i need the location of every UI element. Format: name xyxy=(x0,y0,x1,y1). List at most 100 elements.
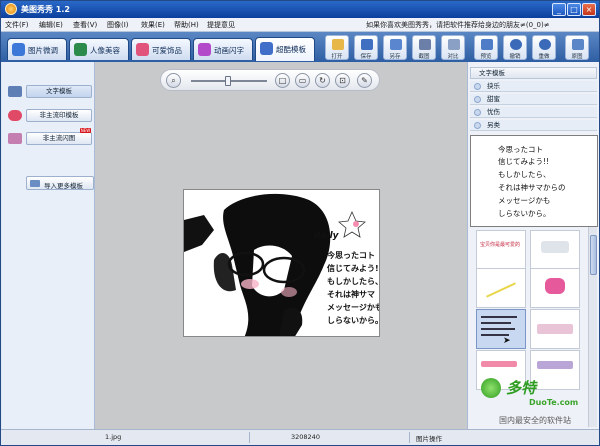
template-thumbnail[interactable] xyxy=(530,230,580,270)
template-thumbnail[interactable] xyxy=(530,309,580,349)
workspace: ⌕ □ ▭ ↻ ⊡ ✎ daily 今思ったコト 信じてみよう!! もしかしたら… xyxy=(95,62,467,429)
app-logo-icon xyxy=(5,3,17,15)
template-scrollbar[interactable] xyxy=(588,227,597,427)
tooltip-line: もしかしたら、 xyxy=(498,170,551,179)
template-thumbnail[interactable] xyxy=(530,350,580,390)
animation-icon xyxy=(198,43,211,56)
import-label: 导入更多模板 xyxy=(44,182,83,190)
template-thumbnail[interactable] xyxy=(530,268,580,308)
redo-icon xyxy=(539,39,551,50)
undo-button[interactable]: 撤销 xyxy=(503,35,527,60)
scrollbar-thumb[interactable] xyxy=(590,235,597,275)
menu-file[interactable]: 文件(F) xyxy=(5,20,29,30)
minimize-button[interactable]: _ xyxy=(552,3,566,16)
maximize-button[interactable]: □ xyxy=(567,3,581,16)
tool-label: 重做 xyxy=(538,54,550,60)
expand-arrow-icon xyxy=(474,83,481,90)
category-sweet[interactable]: 甜蜜 xyxy=(470,94,597,105)
tab-cute-accessories[interactable]: 可爱饰品 xyxy=(131,38,191,60)
watermark-logo-icon xyxy=(481,378,501,398)
rotate-icon[interactable]: ↻ xyxy=(315,73,330,88)
category-happy[interactable]: 抉乐 xyxy=(470,81,597,92)
preview-button[interactable]: 预览 xyxy=(474,35,498,60)
mouse-cursor-icon: ➤ xyxy=(503,336,511,346)
save-as-button[interactable]: 另存 xyxy=(383,35,407,60)
crop-icon[interactable]: ⊡ xyxy=(335,73,350,88)
expand-arrow-icon xyxy=(474,109,481,116)
redo-button[interactable]: 重做 xyxy=(532,35,556,60)
tab-label: 超酷模板 xyxy=(276,45,306,54)
tab-cool-templates[interactable]: 超酷模板 xyxy=(255,37,315,61)
status-bar: 1.jpg 3208240 图片操作 xyxy=(1,429,599,445)
close-button[interactable]: × xyxy=(582,3,596,16)
fit-window-icon[interactable]: ▭ xyxy=(295,73,310,88)
template-preview-tooltip: 今思ったコト 信じてみよう!! もしかしたら、 それは神サマからの メッセージか… xyxy=(470,135,598,227)
status-mode: 图片操作 xyxy=(416,435,442,443)
expand-arrow-icon xyxy=(474,96,481,103)
tab-label: 人像美容 xyxy=(90,46,120,55)
left-panel: 文字模板 非主流印模板 非主流闪图 NEW 导入更多模板 xyxy=(2,62,95,429)
actual-size-icon[interactable]: □ xyxy=(275,73,290,88)
zoom-toolbar: ⌕ □ ▭ ↻ ⊡ ✎ xyxy=(160,69,380,91)
tooltip-line: それは神サマからの xyxy=(498,183,566,192)
template-panel: 文字模板 抉乐 甜蜜 忧伤 另类 今思ったコト 信じてみよう!! もしかしたら、… xyxy=(467,62,599,429)
category-sad[interactable]: 忧伤 xyxy=(470,107,597,118)
menu-view[interactable]: 查看(V) xyxy=(73,20,97,30)
nonmainstream-flash-button[interactable]: 非主流闪图 xyxy=(26,132,92,145)
menu-feedback[interactable]: 提提意见 xyxy=(207,20,235,30)
save-button[interactable]: 保存 xyxy=(354,35,378,60)
canvas-text-line: それは神サマ xyxy=(327,289,375,299)
tooltip-line: メッセージかも xyxy=(498,196,551,205)
original-image-button[interactable]: 原图 xyxy=(565,35,589,60)
folder-icon xyxy=(332,39,344,50)
menu-edit[interactable]: 编辑(E) xyxy=(39,20,63,30)
tool-label: 打开 xyxy=(331,54,343,60)
tool-label: 撤销 xyxy=(509,54,521,60)
promo-text: 如果你喜欢美图秀秀，请把软件推荐给身边的朋友≠(0_0)≠ xyxy=(366,21,550,29)
compare-button[interactable]: 对比 xyxy=(441,35,465,60)
canvas-logo-text: daily xyxy=(314,231,340,241)
tab-portrait[interactable]: 人像美容 xyxy=(69,38,129,60)
expand-arrow-icon xyxy=(474,122,481,129)
tooltip-line: 信じてみよう!! xyxy=(498,157,550,166)
menu-help[interactable]: 帮助(H) xyxy=(174,20,199,30)
preview-icon xyxy=(481,39,493,50)
canvas-text-line: もしかしたら、 xyxy=(327,276,380,286)
template-thumbnail[interactable] xyxy=(476,268,526,308)
tooltip-line: 今思ったコト xyxy=(498,145,543,154)
status-number: 3208240 xyxy=(291,433,320,441)
tab-animation[interactable]: 动画闪字 xyxy=(193,38,253,60)
text-template-button[interactable]: 文字模板 xyxy=(26,85,92,98)
thumbnail-text: 宝贝你是最可爱的 xyxy=(480,242,521,248)
zoom-icon[interactable]: ⌕ xyxy=(166,73,181,88)
menu-effect[interactable]: 效果(E) xyxy=(141,20,165,30)
new-badge: NEW xyxy=(80,128,91,133)
tool-label: 原图 xyxy=(571,54,583,60)
nonmainstream-stamp-button[interactable]: 非主流印模板 xyxy=(26,109,92,122)
compare-icon xyxy=(448,39,460,50)
tab-photo-adjust[interactable]: 图片微调 xyxy=(7,38,67,60)
photo-image: daily 今思ったコト 信じてみよう!! もしかしたら、 それは神サマ メッセ… xyxy=(184,190,380,336)
watermark-site: DuoTe.com xyxy=(529,398,579,407)
category-label: 甜蜜 xyxy=(487,95,500,103)
screenshot-icon xyxy=(419,39,431,50)
main-toolbar: 图片微调 人像美容 可爱饰品 动画闪字 超酷模板 打开 保存 另存 截图 对比 … xyxy=(1,32,599,62)
zoom-slider-thumb[interactable] xyxy=(225,76,231,86)
open-button[interactable]: 打开 xyxy=(325,35,349,60)
template-thumbnail[interactable]: 宝贝你是最可爱的 xyxy=(476,230,526,270)
import-icon xyxy=(30,180,40,187)
image-canvas[interactable]: daily 今思ったコト 信じてみよう!! もしかしたら、 それは神サマ メッセ… xyxy=(183,189,380,337)
zoom-slider[interactable] xyxy=(191,76,267,86)
template-thumbnail-selected[interactable]: ➤ xyxy=(476,309,526,349)
undo-icon xyxy=(510,39,522,50)
status-filename: 1.jpg xyxy=(105,433,122,441)
category-alternative[interactable]: 另类 xyxy=(470,120,597,131)
menu-image[interactable]: 图像(I) xyxy=(107,20,129,30)
template-panel-header: 文字模板 xyxy=(470,67,597,79)
screenshot-button[interactable]: 截图 xyxy=(412,35,436,60)
category-label: 忧伤 xyxy=(487,108,500,116)
brush-icon[interactable]: ✎ xyxy=(357,73,372,88)
tool-label: 预览 xyxy=(480,54,492,60)
import-more-templates-button[interactable]: 导入更多模板 xyxy=(26,176,94,190)
photo-adjust-icon xyxy=(12,43,25,56)
